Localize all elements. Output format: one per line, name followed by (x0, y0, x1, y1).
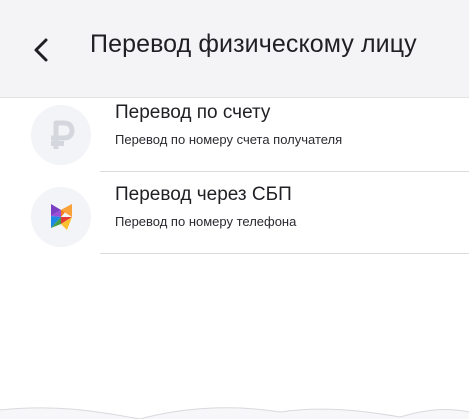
screen: Перевод физическому лицу Перевод по счет… (0, 0, 469, 419)
header-bar: Перевод физическому лицу (0, 0, 469, 98)
list-item-transfer-by-account[interactable]: Перевод по счету Перевод по номеру счета… (0, 98, 469, 174)
item-subtitle: Перевод по номеру телефона (115, 214, 297, 229)
item-title: Перевод по счету (115, 102, 271, 123)
torn-edge-decoration (0, 407, 469, 419)
transfer-options-list: Перевод по счету Перевод по номеру счета… (0, 98, 469, 256)
divider (100, 171, 469, 172)
item-title: Перевод через СБП (115, 184, 292, 205)
item-subtitle: Перевод по номеру счета получателя (115, 132, 343, 147)
back-button[interactable] (28, 32, 58, 68)
sbp-logo-icon (31, 187, 91, 247)
divider (100, 253, 469, 254)
page-title: Перевод физическому лицу (90, 30, 417, 58)
list-item-transfer-via-sbp[interactable]: Перевод через СБП Перевод по номеру теле… (0, 180, 469, 256)
chevron-left-icon (34, 38, 48, 62)
ruble-icon (31, 105, 91, 165)
